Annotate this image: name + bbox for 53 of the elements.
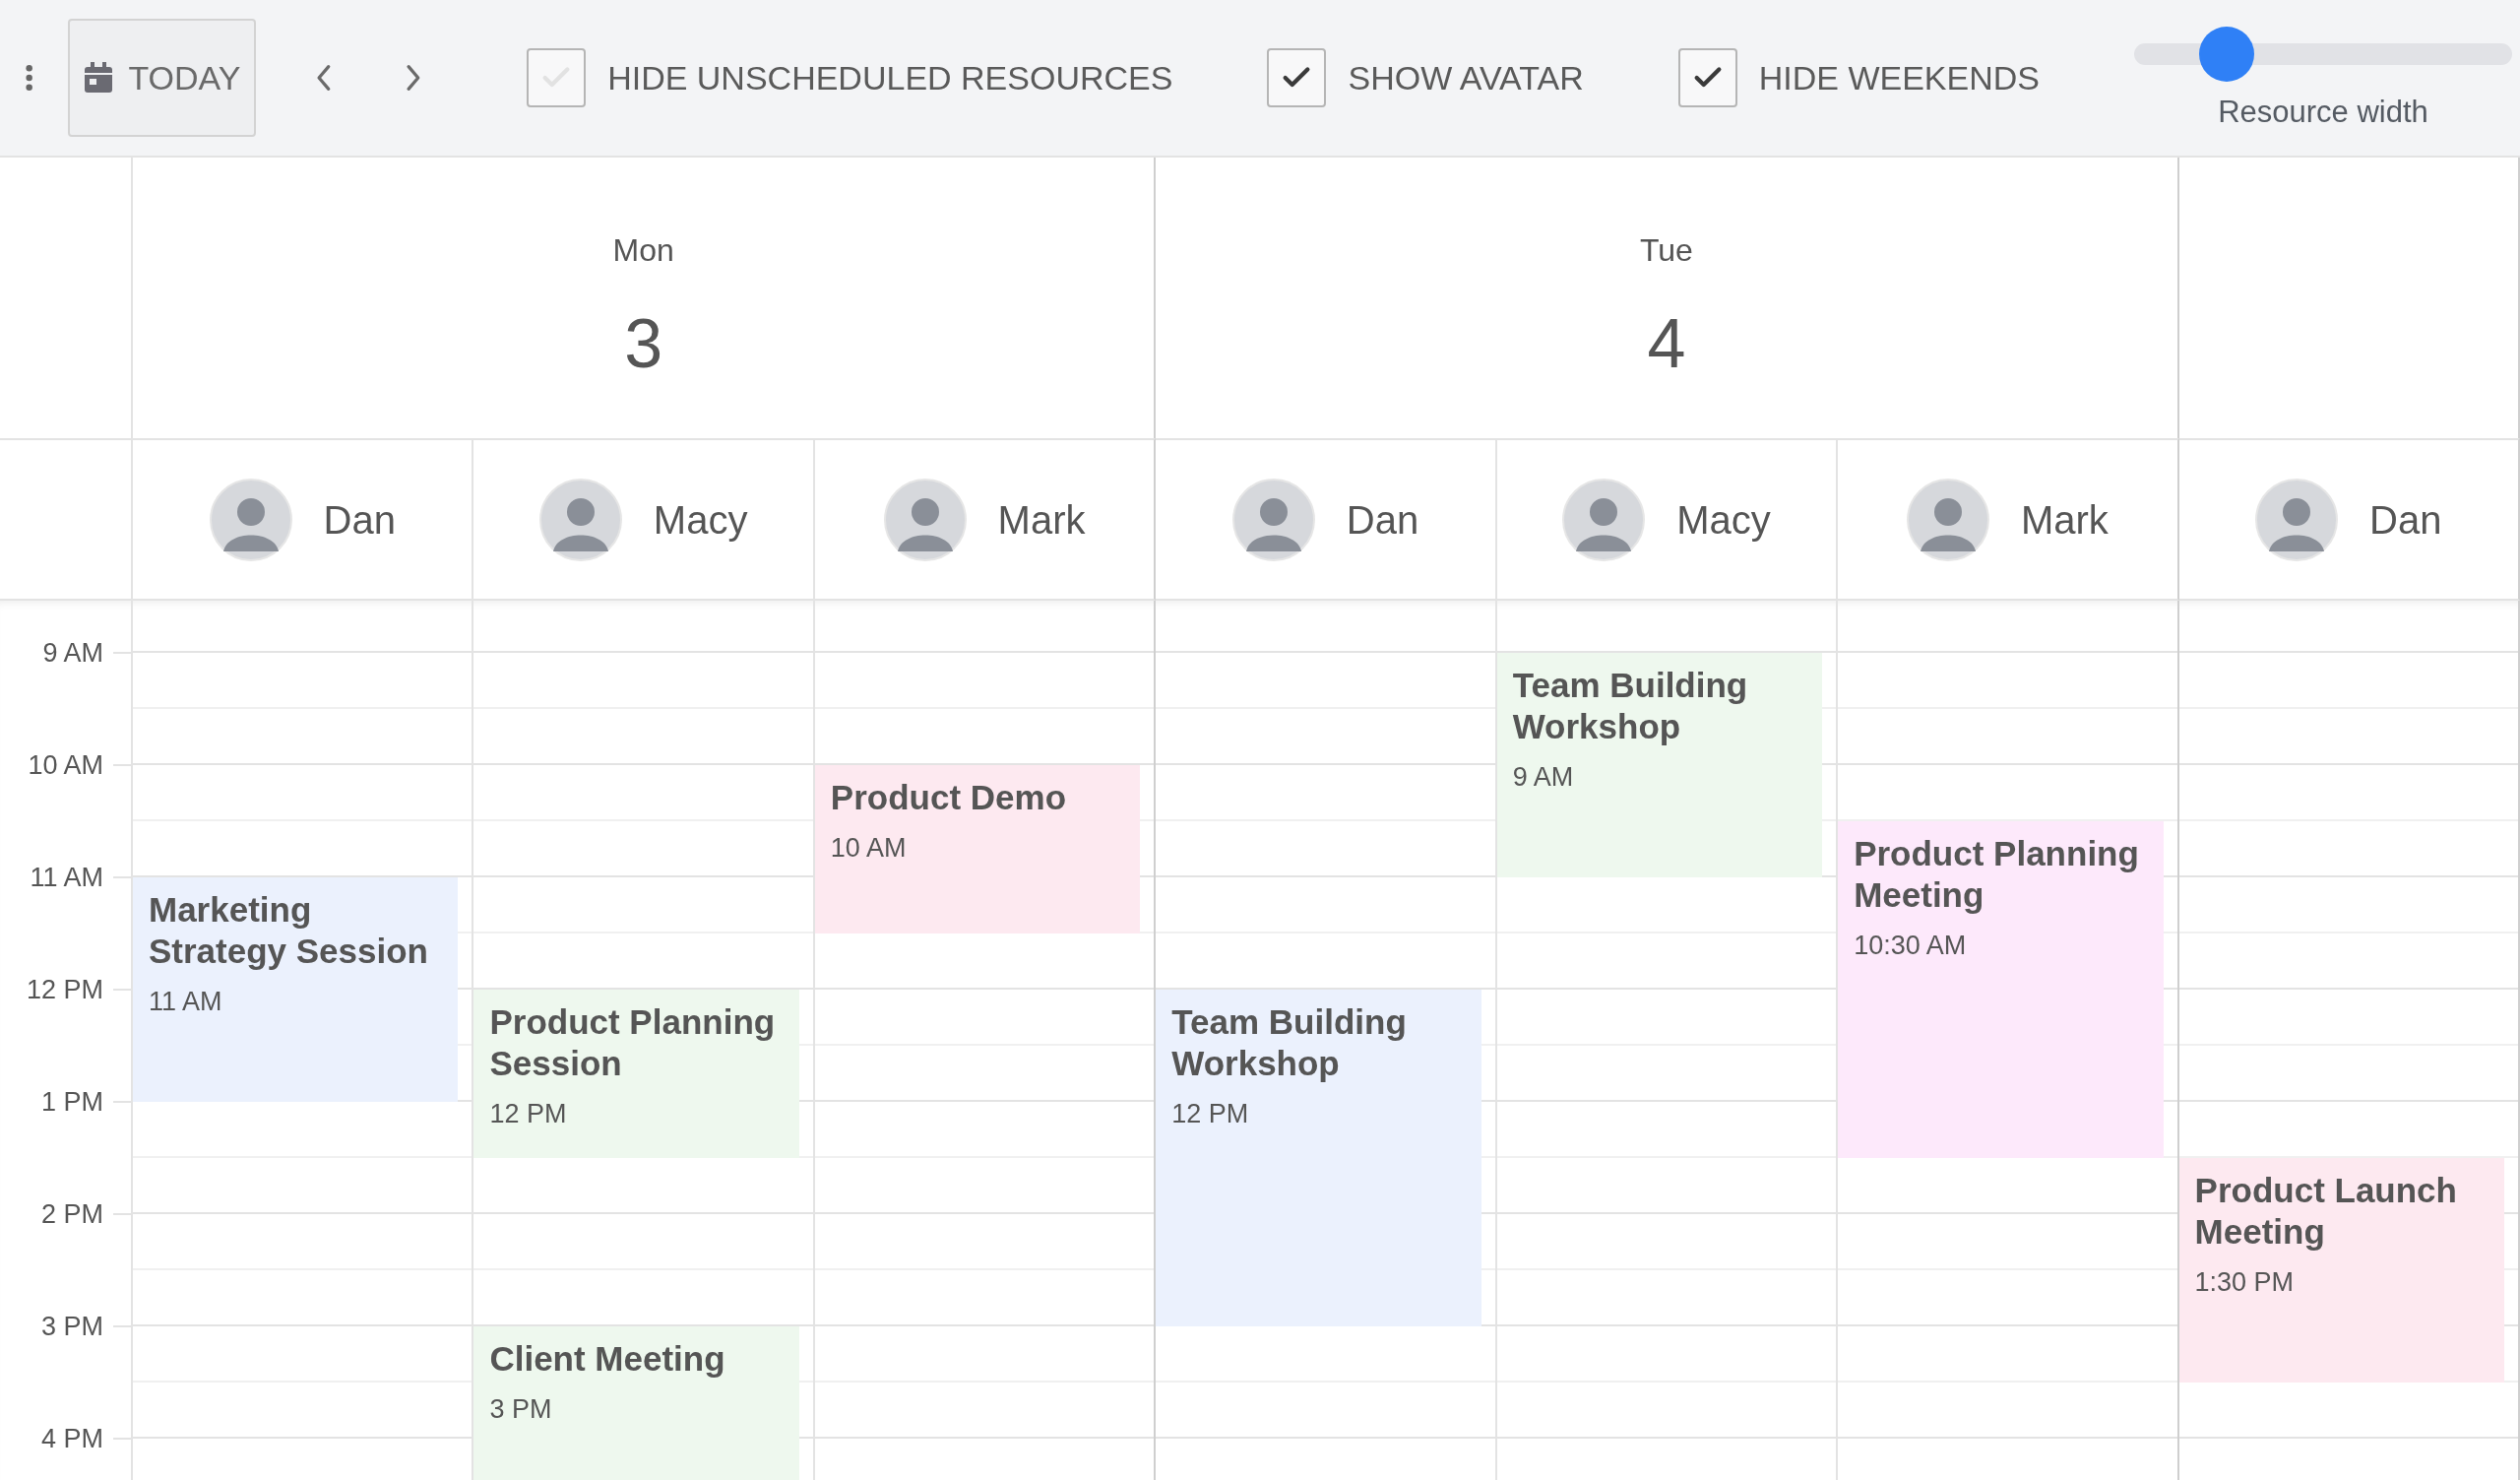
weekday-label: Tue xyxy=(1639,231,1693,270)
event-time: 11 AM xyxy=(149,986,222,1018)
checkbox-label: HIDE WEEKENDS xyxy=(1758,57,2040,98)
resource-name: Dan xyxy=(323,496,396,544)
today-button[interactable]: TODAY xyxy=(68,19,256,137)
checkbox[interactable] xyxy=(527,48,587,107)
event-title: Client Meeting xyxy=(489,1338,725,1380)
event-title: Product Launch Meeting xyxy=(2194,1170,2458,1253)
event-card[interactable]: Team Building Workshop 9 AM xyxy=(1496,653,1823,877)
event-title: Product Planning Meeting xyxy=(1854,833,2140,916)
resource-name: Mark xyxy=(2020,496,2109,544)
event-time: 10 AM xyxy=(830,832,907,865)
date-number: 3 xyxy=(624,309,663,378)
checkbox-label: SHOW AVATAR xyxy=(1348,57,1584,98)
event-time: 1:30 PM xyxy=(2194,1266,2295,1299)
date-number: 4 xyxy=(1647,309,1686,378)
event-time: 9 AM xyxy=(1512,761,1574,794)
time-label: 1 PM xyxy=(40,1086,103,1119)
resource-name: Dan xyxy=(1346,496,1419,544)
resource-name: Dan xyxy=(2369,496,2442,544)
event-title: Team Building Workshop xyxy=(1512,665,1749,747)
checkbox-label: HIDE UNSCHEDULED RESOURCES xyxy=(607,57,1173,98)
checkbox[interactable] xyxy=(1267,48,1327,107)
event-time: 3 PM xyxy=(489,1393,552,1426)
event-time: 10:30 AM xyxy=(1854,930,1967,962)
event-title: Marketing Strategy Session xyxy=(149,889,429,972)
checkbox[interactable] xyxy=(1677,48,1737,107)
slider[interactable] xyxy=(2134,26,2512,82)
event-title: Team Building Workshop xyxy=(1171,1001,1408,1084)
event-card[interactable]: Marketing Strategy Session 11 AM xyxy=(133,877,459,1102)
slider-label: Resource width xyxy=(2218,93,2428,131)
event-card[interactable]: Product Planning Meeting 10:30 AM xyxy=(1838,821,2164,1158)
time-label: 2 PM xyxy=(40,1198,103,1231)
calendar-icon xyxy=(83,61,115,95)
time-label: 4 PM xyxy=(40,1423,103,1455)
event-card[interactable]: Client Meeting 3 PM xyxy=(473,1326,799,1480)
resource-name: Macy xyxy=(1676,496,1771,544)
time-label: 12 PM xyxy=(26,974,103,1006)
event-time: 12 PM xyxy=(1171,1098,1249,1130)
time-label: 11 AM xyxy=(30,862,103,894)
event-card[interactable]: Product Demo 10 AM xyxy=(814,765,1141,933)
event-card[interactable]: Product Launch Meeting 1:30 PM xyxy=(2178,1158,2504,1383)
event-title: Product Demo xyxy=(830,777,1067,818)
weekday-label: Mon xyxy=(612,231,674,270)
time-label: 9 AM xyxy=(42,637,103,670)
event-card[interactable]: Product Planning Session 12 PM xyxy=(473,990,799,1158)
resource-name: Macy xyxy=(653,496,748,544)
resource-name: Mark xyxy=(997,496,1086,544)
event-title: Product Planning Session xyxy=(489,1001,777,1084)
time-label: 10 AM xyxy=(28,749,103,782)
time-label: 3 PM xyxy=(40,1311,103,1343)
event-card[interactable]: Team Building Workshop 12 PM xyxy=(1156,990,1481,1326)
event-time: 12 PM xyxy=(489,1098,567,1130)
